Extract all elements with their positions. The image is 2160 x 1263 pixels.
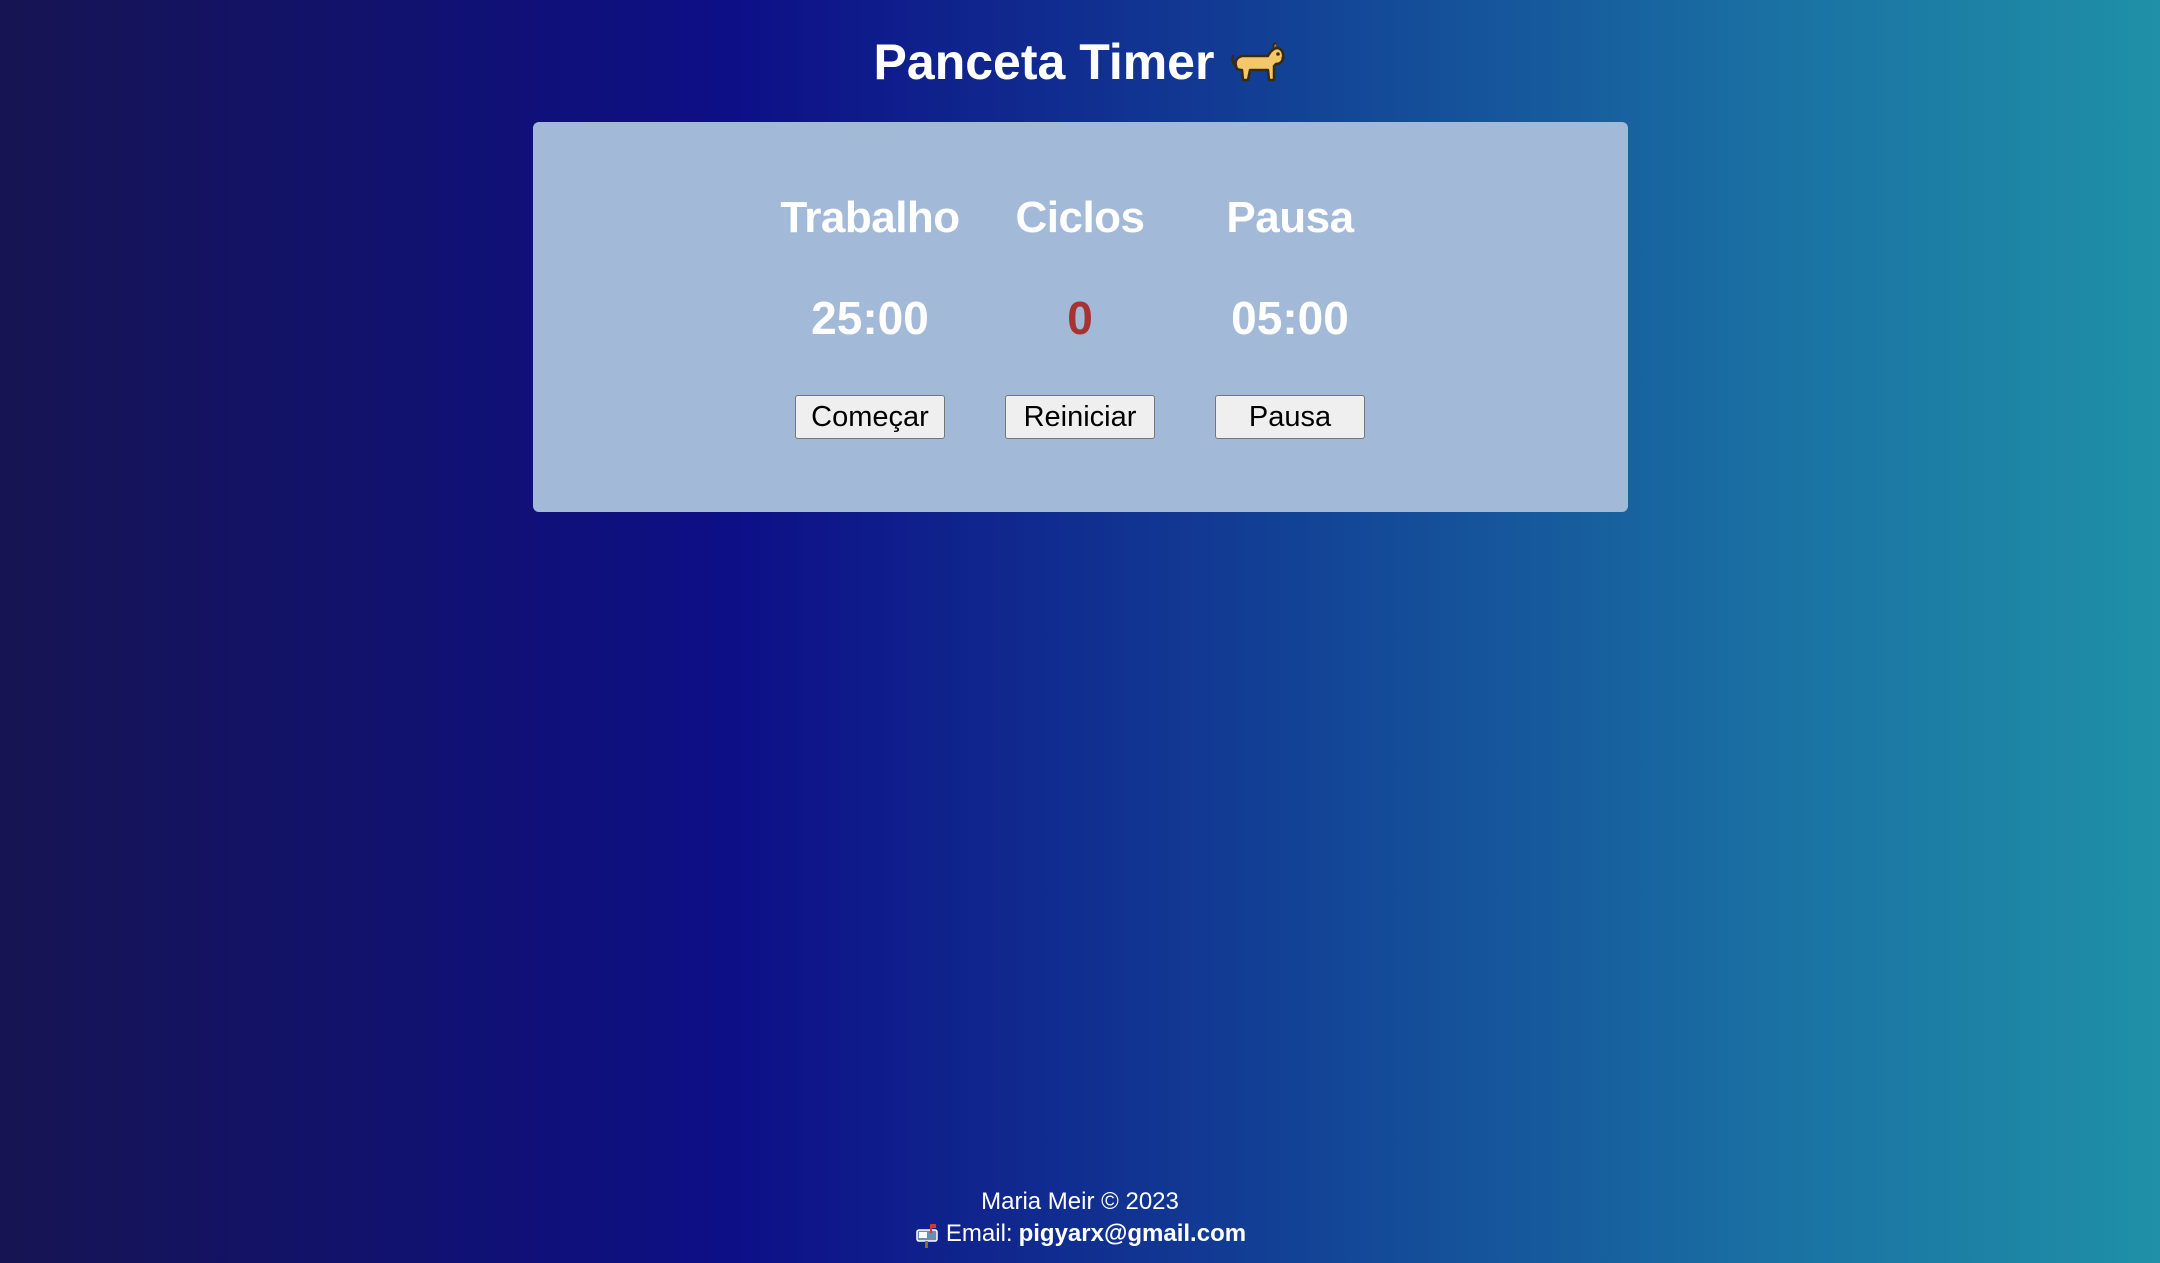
start-button[interactable]: Começar [795,395,945,439]
footer-email-line: Email: pigyarx@gmail.com [914,1218,1246,1250]
cycles-count: 0 [1067,292,1093,344]
break-timer-value: 05:00 [1231,292,1349,344]
page-title-text: Panceta Timer [873,34,1215,90]
break-heading: Pausa [1226,193,1354,242]
email-label: Email: [945,1220,1013,1247]
dog-icon [1228,36,1286,88]
mailbox-icon [914,1222,940,1248]
pause-button[interactable]: Pausa [1215,395,1365,439]
timer-card: Trabalho 25:00 Começar Ciclos 0 Reinicia… [533,122,1628,512]
copyright-text: Maria Meir © 2023 [981,1188,1179,1215]
reset-button[interactable]: Reiniciar [1005,395,1155,439]
page-title: Panceta Timer [0,30,2160,94]
work-timer-value: 25:00 [811,292,929,344]
work-heading: Trabalho [780,193,960,242]
cycles-heading: Ciclos [1015,193,1145,242]
email-link[interactable]: pigyarx@gmail.com [1019,1218,1246,1250]
page-footer: Maria Meir © 2023 Email: pigyarx@gmail.c… [0,1186,2160,1256]
